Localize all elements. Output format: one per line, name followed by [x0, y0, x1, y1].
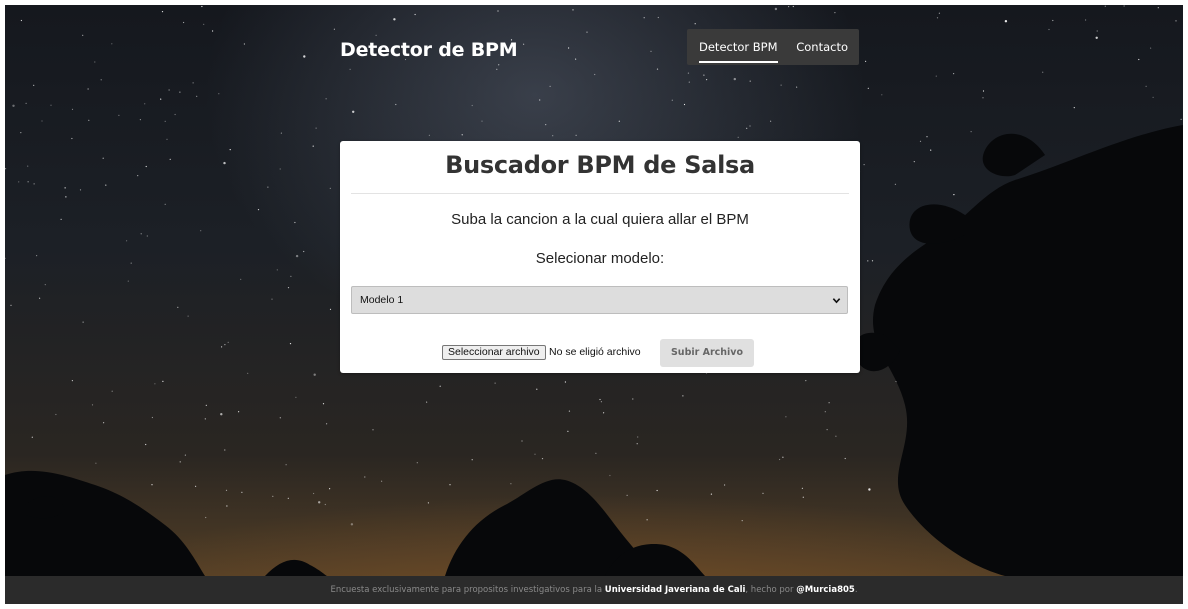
card-title: Buscador BPM de Salsa: [445, 151, 755, 179]
card-subtitle: Suba la cancion a la cual quiera allar e…: [451, 211, 749, 228]
footer-text-middle: , hecho por: [745, 585, 797, 595]
footer-author-link[interactable]: @Murcia805: [796, 585, 855, 595]
model-select-label: Selecionar modelo:: [535, 250, 665, 267]
card-divider: [351, 193, 849, 194]
file-status-text: No se eligió archivo: [549, 346, 641, 358]
footer: Encuesta exclusivamente para propositos …: [5, 576, 1183, 604]
footer-text-after: .: [854, 585, 858, 595]
nav-contacto[interactable]: Contacto: [796, 40, 848, 54]
brand-title[interactable]: Detector de BPM: [340, 39, 518, 61]
top-navigation: Detector BPM Contacto: [687, 29, 859, 65]
chevron-down-icon: [832, 298, 841, 304]
choose-file-button[interactable]: Seleccionar archivo: [442, 345, 546, 360]
upload-file-button[interactable]: Subir Archivo: [660, 339, 754, 367]
background-night-sky: Detector de BPM Detector BPM Contacto Bu…: [5, 5, 1183, 604]
model-select[interactable]: Modelo 1: [351, 286, 848, 314]
bpm-upload-card: Buscador BPM de Salsa Suba la cancion a …: [340, 141, 860, 373]
model-select-value: Modelo 1: [360, 294, 404, 306]
footer-university-link[interactable]: Universidad Javeriana de Cali: [605, 585, 746, 595]
nav-detector-bpm[interactable]: Detector BPM: [699, 40, 778, 63]
footer-text-before: Encuesta exclusivamente para propositos …: [330, 585, 605, 595]
